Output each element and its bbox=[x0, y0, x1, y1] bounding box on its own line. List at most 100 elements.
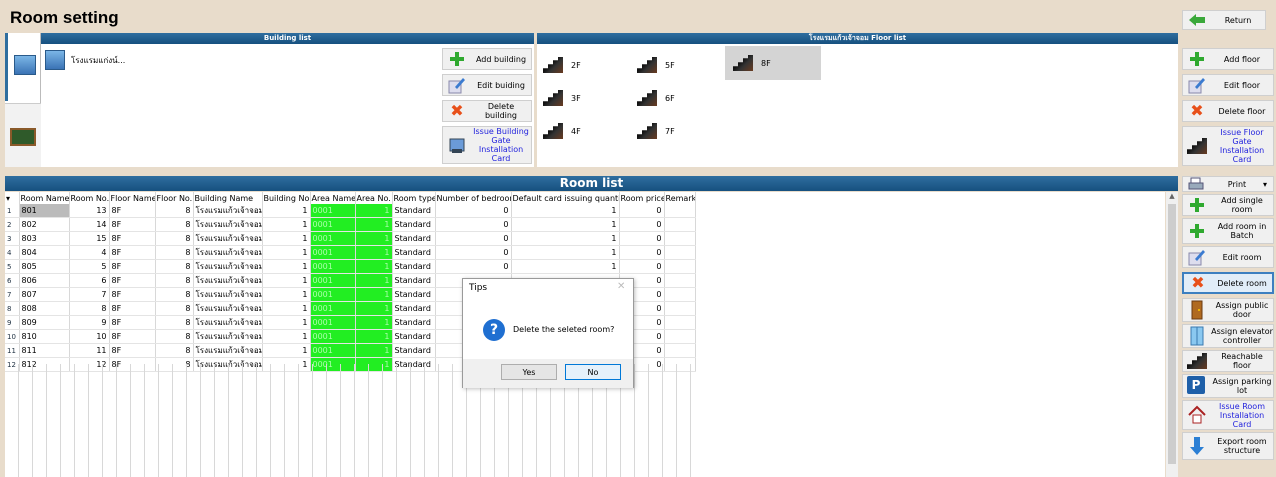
cell-area: 0001 bbox=[310, 259, 356, 274]
floor-item-3f[interactable]: 3F bbox=[543, 90, 581, 106]
cell-type: Standard bbox=[392, 204, 436, 218]
cell-floor-no: 8 bbox=[155, 217, 194, 232]
cell-type: Standard bbox=[392, 245, 436, 260]
add-floor-button[interactable]: Add floor bbox=[1182, 48, 1274, 70]
column-header[interactable]: Room Name bbox=[19, 192, 70, 204]
cell-floor-no: 8 bbox=[155, 315, 194, 330]
reachable-floor-button[interactable]: Reachable floor bbox=[1182, 350, 1274, 372]
delete-building-button[interactable]: ✖ Delete building bbox=[442, 100, 532, 122]
floor-item-5f[interactable]: 5F bbox=[637, 57, 675, 73]
cell-floor-name: 8F bbox=[109, 315, 156, 330]
floor-item-8f[interactable]: 8F bbox=[725, 46, 821, 80]
cell-building: โรงแรมแก้วเจ้าจอม bbox=[193, 287, 263, 302]
tab-map[interactable] bbox=[5, 103, 41, 167]
return-button[interactable]: Return bbox=[1182, 10, 1266, 30]
tab-building[interactable] bbox=[5, 33, 41, 101]
issue-building-card-button[interactable]: Issue Building Gate Installation Card bbox=[442, 126, 532, 164]
issue-floor-card-button[interactable]: Issue Floor Gate Installation Card bbox=[1182, 126, 1274, 166]
edit-building-button[interactable]: Edit buiding bbox=[442, 74, 532, 96]
column-header[interactable]: Floor No. bbox=[155, 192, 194, 204]
room-grid-scrollbar[interactable]: ▲ bbox=[1166, 192, 1178, 477]
cell-remark bbox=[664, 273, 696, 288]
scrollbar-thumb[interactable] bbox=[1168, 204, 1176, 464]
column-header[interactable]: Default card issuing quantity bbox=[511, 192, 620, 204]
add-building-button[interactable]: Add building bbox=[442, 48, 532, 70]
cell-price: 0 bbox=[619, 259, 665, 274]
floor-panel: โรงแรมแก้วเจ้าจอม Floor list 2F 3F 4F 5F… bbox=[537, 33, 1178, 167]
edit-room-button[interactable]: Edit room bbox=[1182, 246, 1274, 268]
table-row[interactable]: 5 805 5 8F 8 โรงแรมแก้วเจ้าจอม 1 0001 1 Standard 0… bbox=[5, 259, 696, 274]
cell-bedrooms: 0 bbox=[435, 259, 512, 274]
row-index: 6 bbox=[5, 273, 20, 288]
cell-area: 0001 bbox=[310, 231, 356, 246]
cell-area-no: 1 bbox=[355, 301, 393, 316]
cell-area: 0001 bbox=[310, 204, 356, 218]
cell-floor-no: 8 bbox=[155, 231, 194, 246]
cell-floor-name: 8F bbox=[109, 329, 156, 344]
print-button[interactable]: Print ▾ bbox=[1182, 176, 1274, 192]
left-tab-strip bbox=[5, 33, 41, 167]
cell-type: Standard bbox=[392, 287, 436, 302]
cell-building-no: 1 bbox=[262, 204, 311, 218]
cell-floor-name: 8F bbox=[109, 259, 156, 274]
cell-building-no: 1 bbox=[262, 329, 311, 344]
floor-item-2f[interactable]: 2F bbox=[543, 57, 581, 73]
building-list-item[interactable]: โรงแรมแก่งน์... bbox=[45, 49, 155, 71]
no-button[interactable]: No bbox=[565, 364, 621, 380]
delete-floor-button[interactable]: ✖ Delete floor bbox=[1182, 100, 1274, 122]
plus-icon bbox=[1187, 49, 1207, 69]
cell-area: 0001 bbox=[310, 287, 356, 302]
cell-building: โรงแรมแก้วเจ้าจอม bbox=[193, 217, 263, 232]
edit-floor-button[interactable]: Edit floor bbox=[1182, 74, 1274, 96]
cell-type: Standard bbox=[392, 343, 436, 358]
cell-floor-name: 8F bbox=[109, 231, 156, 246]
column-header[interactable]: Room No. bbox=[69, 192, 110, 204]
floor-item-6f[interactable]: 6F bbox=[637, 90, 675, 106]
column-header[interactable]: Floor Name bbox=[109, 192, 156, 204]
cell-type: Standard bbox=[392, 273, 436, 288]
cell-cards: 1 bbox=[511, 217, 620, 232]
add-single-room-button[interactable]: Add single room bbox=[1182, 194, 1274, 216]
yes-button[interactable]: Yes bbox=[501, 364, 557, 380]
column-header[interactable]: Building Name bbox=[193, 192, 263, 204]
issue-room-card-button[interactable]: Issue Room Installation Card bbox=[1182, 400, 1274, 430]
building-icon bbox=[45, 50, 65, 70]
stairs-icon bbox=[637, 90, 657, 106]
column-header[interactable]: Area No. bbox=[355, 192, 393, 204]
table-row[interactable]: 3 803 15 8F 8 โรงแรมแก้วเจ้าจอม 1 0001 1 Standard… bbox=[5, 231, 696, 246]
column-header[interactable]: Building No. bbox=[262, 192, 311, 204]
assign-public-door-button[interactable]: Assign public door bbox=[1182, 298, 1274, 322]
column-header[interactable]: Number of bedroom bbox=[435, 192, 512, 204]
assign-parking-button[interactable]: P Assign parking lot bbox=[1182, 374, 1274, 398]
close-icon[interactable]: ✕ bbox=[617, 281, 625, 292]
column-header[interactable]: Room type bbox=[392, 192, 436, 204]
cell-area: 0001 bbox=[310, 343, 356, 358]
row-index: 5 bbox=[5, 259, 20, 274]
add-room-batch-button[interactable]: Add room in Batch bbox=[1182, 218, 1274, 244]
delete-room-button[interactable]: ✖ Delete room bbox=[1182, 272, 1274, 294]
cell-type: Standard bbox=[392, 301, 436, 316]
table-row[interactable]: 1 801 13 8F 8 โรงแรมแก้วเจ้าจอม 1 0001 1 Standard… bbox=[5, 204, 696, 218]
dialog-footer: Yes No bbox=[463, 359, 633, 388]
cell-room-no: 7 bbox=[69, 287, 110, 302]
export-room-structure-button[interactable]: Export room structure bbox=[1182, 432, 1274, 460]
scroll-up-arrow-icon[interactable]: ▲ bbox=[1166, 192, 1178, 200]
floor-item-7f[interactable]: 7F bbox=[637, 123, 675, 139]
delete-icon: ✖ bbox=[1190, 101, 1204, 120]
door-icon bbox=[1187, 300, 1207, 320]
plus-icon bbox=[1187, 221, 1207, 241]
floor-item-4f[interactable]: 4F bbox=[543, 123, 581, 139]
assign-elevator-button[interactable]: Assign elevator controller bbox=[1182, 324, 1274, 348]
cell-building: โรงแรมแก้วเจ้าจอม bbox=[193, 343, 263, 358]
cell-price: 0 bbox=[619, 204, 665, 218]
cell-floor-no: 8 bbox=[155, 245, 194, 260]
cell-remark bbox=[664, 315, 696, 330]
column-header[interactable]: Room price bbox=[619, 192, 665, 204]
cell-cards: 1 bbox=[511, 259, 620, 274]
plus-icon bbox=[1187, 195, 1207, 215]
column-header[interactable]: Remark bbox=[664, 192, 696, 204]
column-header[interactable]: Area Name bbox=[310, 192, 356, 204]
stairs-icon bbox=[543, 90, 563, 106]
table-row[interactable]: 2 802 14 8F 8 โรงแรมแก้วเจ้าจอม 1 0001 1 Standard… bbox=[5, 217, 696, 232]
table-row[interactable]: 4 804 4 8F 8 โรงแรมแก้วเจ้าจอม 1 0001 1 Standard 0… bbox=[5, 245, 696, 260]
